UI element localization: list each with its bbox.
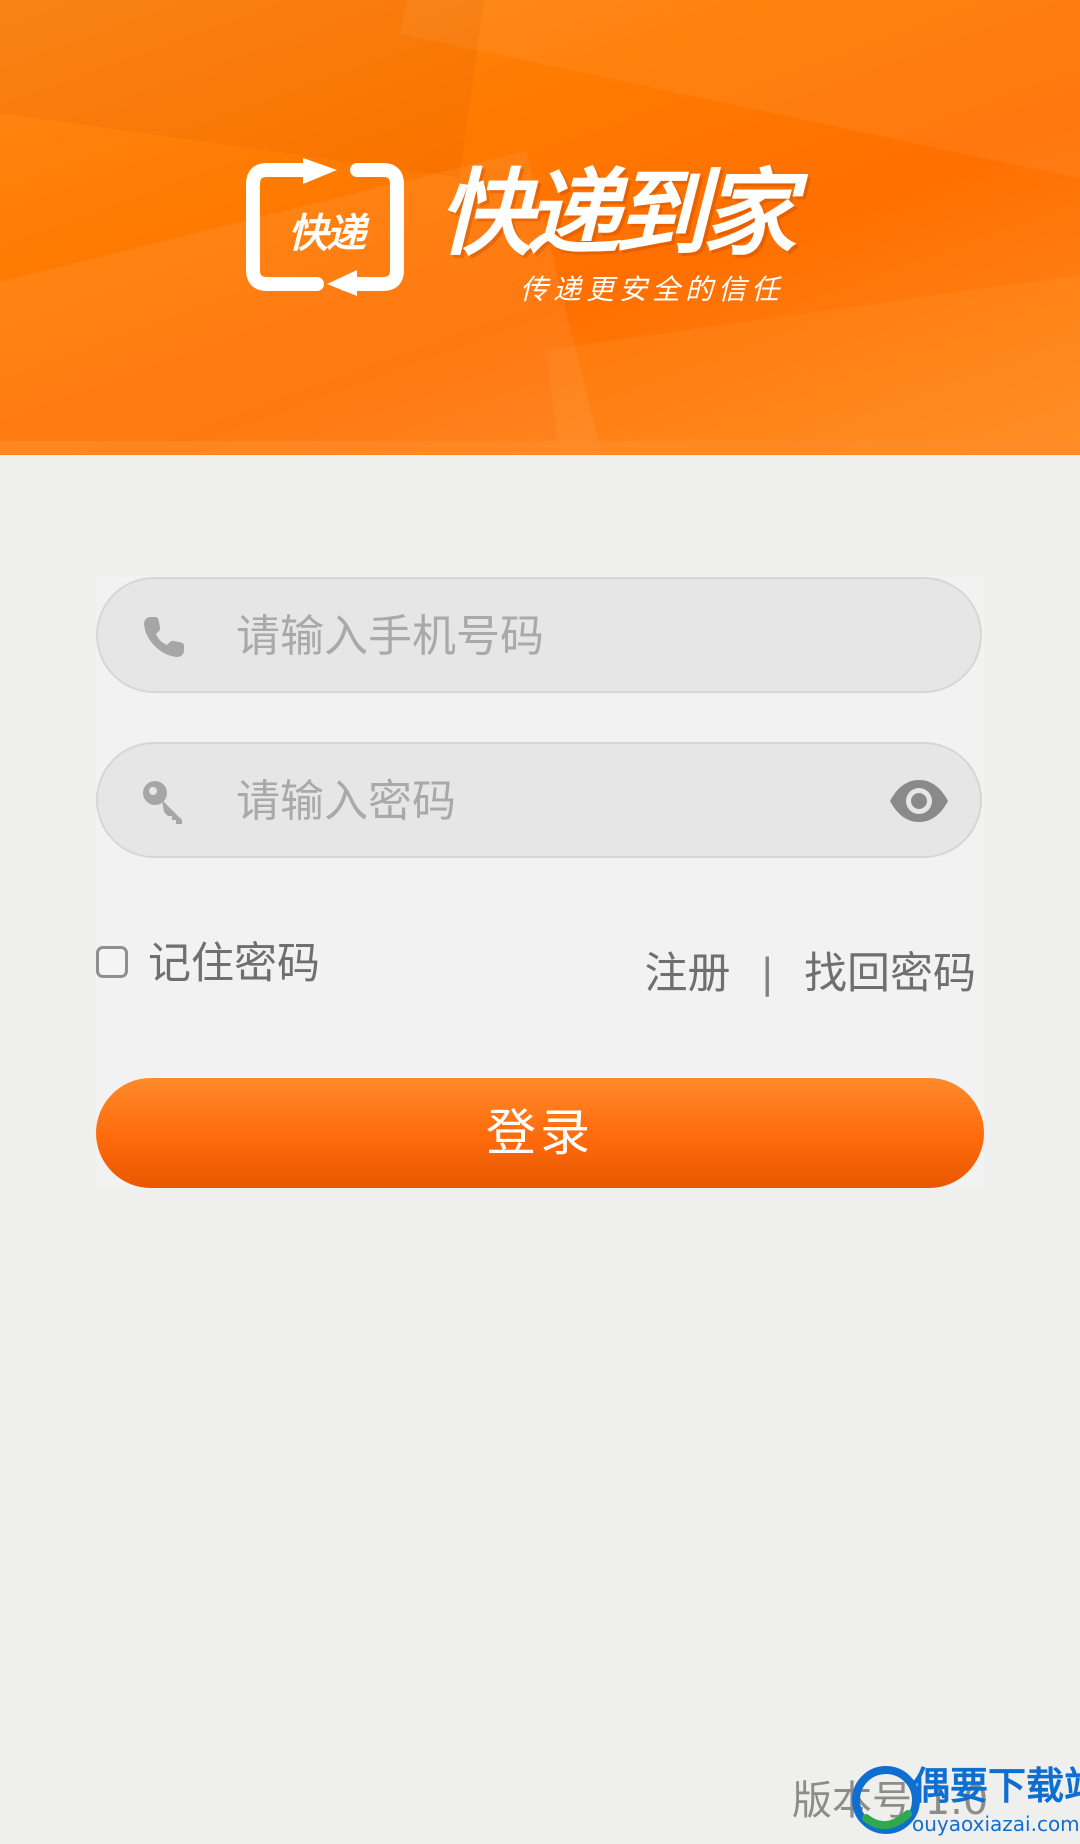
remember-password-checkbox[interactable] — [96, 946, 128, 978]
account-links: 注册 | 找回密码 — [645, 944, 976, 1004]
password-placeholder: 请输入密码 — [236, 776, 456, 827]
site-watermark: 偶要下载站 ouyaoxiazai.com — [846, 1758, 1080, 1844]
phone-number-input[interactable]: 请输入手机号码 — [96, 577, 982, 693]
watermark-url: ouyaoxiazai.com — [912, 1812, 1080, 1836]
brand-title: 快递到家 — [438, 160, 796, 269]
phone-icon — [144, 617, 184, 657]
forgot-password-link[interactable]: 找回密码 — [804, 946, 976, 1002]
key-icon — [143, 781, 182, 824]
banner-facet — [0, 0, 496, 178]
header-banner: 快递 快递到家 传递更安全的信任 — [0, 0, 1080, 455]
brand-slogan: 传递更安全的信任 — [520, 273, 785, 306]
password-input[interactable]: 请输入密码 — [96, 742, 982, 858]
eye-icon[interactable] — [888, 778, 950, 824]
watermark-title: 偶要下载站 — [912, 1764, 1080, 1808]
banner-bottom-strip — [0, 441, 1080, 455]
phone-placeholder: 请输入手机号码 — [236, 611, 544, 662]
remember-password-label: 记住密码 — [148, 939, 320, 989]
login-button[interactable]: 登录 — [96, 1078, 984, 1188]
link-separator: | — [760, 951, 774, 997]
register-link[interactable]: 注册 — [645, 946, 731, 1002]
logo-icon-text: 快递 — [288, 211, 366, 257]
